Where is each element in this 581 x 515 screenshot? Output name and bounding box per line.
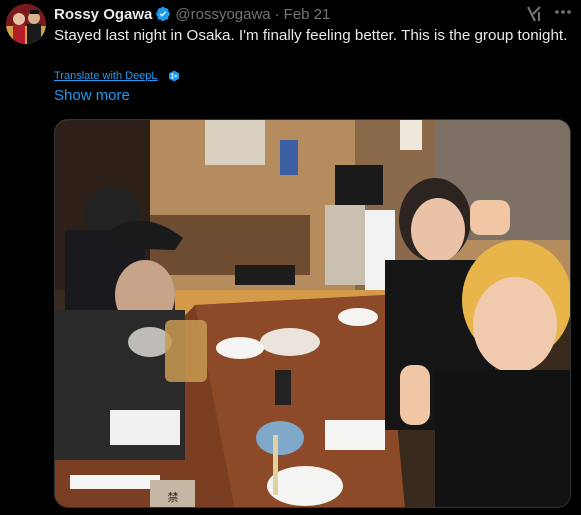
photo-sign-text: 禁 [168, 491, 179, 504]
show-more-link[interactable]: Show more [54, 87, 130, 104]
author-name[interactable]: Rossy Ogawa [54, 6, 152, 23]
grok-icon[interactable] [524, 4, 544, 24]
deepl-icon [168, 70, 180, 82]
author-avatar[interactable] [6, 4, 46, 44]
verified-badge-icon [155, 6, 171, 22]
tweet-text: Stayed last night in Osaka. I'm finally … [54, 27, 568, 44]
tweet-date[interactable]: Feb 21 [284, 6, 331, 23]
header-separator: · [274, 5, 280, 23]
tweet-photo[interactable]: 禁 [54, 119, 571, 508]
translate-label[interactable]: Translate with DeepL [54, 70, 158, 82]
more-options-icon[interactable] [550, 2, 576, 24]
tweet-header: Rossy Ogawa @rossyogawa · Feb 21 [54, 4, 330, 24]
translate-link[interactable]: Translate with DeepL [54, 70, 180, 82]
author-handle[interactable]: @rossyogawa [175, 6, 270, 23]
